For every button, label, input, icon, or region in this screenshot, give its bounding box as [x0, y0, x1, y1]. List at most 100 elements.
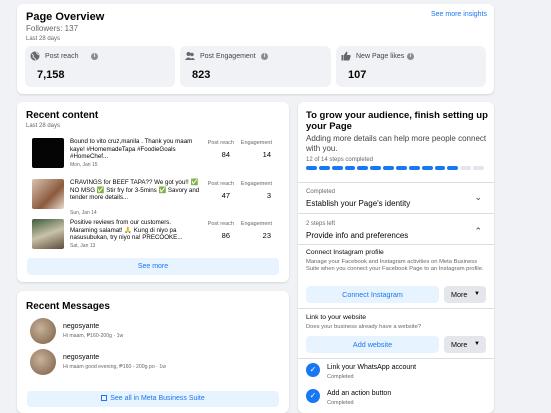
post-reach-value: 84 — [221, 150, 230, 159]
divider — [298, 213, 494, 214]
progress-segment — [370, 166, 382, 170]
engagement-value: 3 — [266, 191, 271, 200]
post-reach-label: Post reach — [207, 181, 234, 187]
more-dropdown-button[interactable]: More ▼ — [444, 286, 486, 303]
chevron-up-icon[interactable]: ⌃ — [474, 226, 482, 237]
progress-segment — [460, 166, 472, 170]
engagement-value: 23 — [262, 231, 271, 240]
progress-segment — [473, 166, 484, 170]
info-icon[interactable]: i — [261, 53, 268, 60]
message-item[interactable]: negosyante Hi maam good evening, ₱160 - … — [30, 349, 270, 375]
post-reach-value: 86 — [221, 231, 230, 240]
more-label: More — [451, 340, 468, 349]
see-more-insights-link[interactable]: See more insights — [431, 11, 487, 18]
page-overview-card: Page Overview Followers: 137 Last 28 day… — [17, 4, 494, 94]
message-sender: negosyante — [63, 354, 100, 361]
setup-description: Adding more details can help more people… — [306, 134, 487, 153]
external-link-icon — [101, 395, 108, 401]
post-item[interactable]: Positive reviews from our customers. Mar… — [32, 219, 284, 251]
metric-label: Post Engagement — [200, 53, 256, 60]
steps-progress-bar — [306, 166, 484, 170]
recent-messages-card: Recent Messages negosyante Hi maam, ₱160… — [17, 291, 289, 413]
steps-left-label: 2 steps left — [306, 221, 336, 227]
steps-progress-text: 12 of 14 steps completed — [306, 157, 374, 163]
progress-segment — [357, 166, 369, 170]
see-more-button[interactable]: See more — [27, 258, 279, 275]
engagement-label: Engagement — [240, 221, 272, 227]
post-text: Bound to vito cruz,manila . Thank you ma… — [70, 138, 193, 161]
message-preview: Hi maam, ₱160-200g · 1w — [63, 333, 124, 339]
setup-checklist-card: To grow your audience, finish setting up… — [298, 102, 494, 413]
metric-value: 823 — [192, 69, 211, 81]
info-icon[interactable]: i — [91, 53, 98, 60]
divider — [298, 244, 494, 245]
info-icon[interactable]: i — [407, 53, 414, 60]
engagement-label: Engagement — [240, 140, 272, 146]
page-overview-title: Page Overview — [26, 11, 105, 23]
post-text: CRAVINGS for BEEF TAPA?? We got you!! ✅ … — [70, 179, 200, 202]
engagement-value: 14 — [262, 150, 271, 159]
globe-icon — [30, 51, 40, 61]
metric-label: Post reach — [45, 53, 79, 60]
action-button-step-title: Add an action button — [327, 390, 392, 397]
setup-title: To grow your audience, finish setting up… — [306, 110, 488, 132]
progress-segment — [447, 166, 459, 170]
instagram-step-description: Manage your Facebook and Instagram activ… — [306, 259, 484, 272]
post-thumbnail — [32, 179, 64, 209]
see-all-business-suite-button[interactable]: See all in Meta Business Suite — [27, 391, 279, 407]
recent-content-range: Last 28 days — [26, 123, 61, 129]
message-sender: negosyante — [63, 323, 100, 330]
connect-instagram-button[interactable]: Connect Instagram — [306, 286, 439, 303]
completed-label: Completed — [306, 189, 336, 195]
overview-date-range: Last 28 days — [26, 36, 61, 42]
post-date: Mon, Jan 15 — [70, 162, 98, 168]
post-item[interactable]: Bound to vito cruz,manila . Thank you ma… — [32, 138, 284, 170]
progress-segment — [331, 166, 343, 170]
metric-post-engagement[interactable]: Post Engagement i 823 — [180, 46, 331, 87]
metric-post-reach[interactable]: Post reach i 7,158 — [25, 46, 175, 87]
metric-value: 7,158 — [37, 69, 65, 81]
progress-segment — [421, 166, 433, 170]
avatar — [30, 349, 56, 375]
people-icon — [185, 52, 195, 60]
add-website-button[interactable]: Add website — [306, 336, 439, 353]
post-reach-value: 47 — [221, 191, 230, 200]
metric-value: 107 — [348, 69, 367, 81]
website-step-title: Link to your website — [306, 314, 367, 321]
checkmark-icon: ✓ — [306, 389, 320, 403]
progress-segment — [306, 166, 317, 170]
metric-label: New Page likes — [356, 53, 405, 60]
divider — [298, 182, 494, 183]
see-all-label: See all in Meta Business Suite — [110, 395, 205, 402]
avatar — [30, 318, 56, 344]
action-button-step-status: Completed — [327, 400, 354, 406]
whatsapp-step-title: Link your WhatsApp account — [327, 364, 417, 371]
website-step-description: Does your business already have a websit… — [306, 324, 422, 330]
message-preview: Hi maam good evening, ₱160 - 200g po · 1… — [63, 364, 166, 370]
post-text: Positive reviews from our customers. Mar… — [70, 219, 183, 242]
identity-section-title[interactable]: Establish your Page's identity — [306, 199, 410, 208]
progress-segment — [383, 166, 394, 170]
followers-count: Followers: 137 — [26, 24, 79, 33]
info-section-title[interactable]: Provide info and preferences — [306, 231, 408, 240]
chevron-down-icon[interactable]: ⌄ — [474, 192, 482, 203]
message-item[interactable]: negosyante Hi maam, ₱160-200g · 1w — [30, 318, 270, 344]
checkmark-icon: ✓ — [306, 363, 320, 377]
thumbs-up-icon — [341, 51, 351, 61]
more-label: More — [451, 290, 468, 299]
engagement-label: Engagement — [240, 181, 272, 187]
progress-segment — [344, 166, 356, 170]
more-dropdown-button[interactable]: More ▼ — [444, 336, 486, 353]
divider — [298, 308, 494, 309]
metric-new-page-likes[interactable]: New Page likes i 107 — [336, 46, 486, 87]
recent-content-card: Recent content Last 28 days Bound to vit… — [17, 102, 289, 282]
instagram-step-title: Connect Instagram profile — [306, 249, 384, 256]
caret-down-icon: ▼ — [474, 291, 480, 297]
post-thumbnail — [32, 219, 64, 249]
post-reach-label: Post reach — [207, 140, 234, 146]
divider — [298, 358, 494, 359]
progress-segment — [434, 166, 446, 170]
post-thumbnail — [32, 138, 64, 168]
post-date: Sat, Jan 13 — [70, 243, 96, 249]
post-item[interactable]: CRAVINGS for BEEF TAPA?? We got you!! ✅ … — [32, 179, 284, 216]
